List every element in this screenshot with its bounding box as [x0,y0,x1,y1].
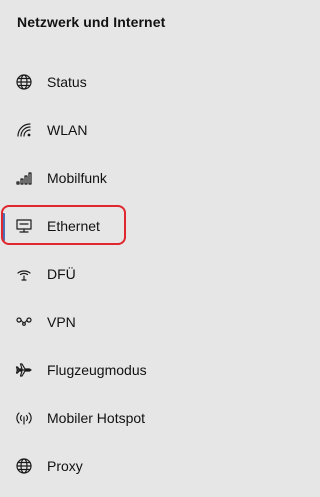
nav-item-label: Proxy [47,458,83,474]
nav-item-status[interactable]: Status [0,58,320,106]
nav-item-flugzeugmodus[interactable]: Flugzeugmodus [0,346,320,394]
ethernet-icon [15,217,33,235]
nav-item-label: Mobiler Hotspot [47,410,146,426]
nav-item-mobilfunk[interactable]: Mobilfunk [0,154,320,202]
nav-item-ethernet[interactable]: Ethernet [0,202,320,250]
nav-list: Status WLAN Mobilfunk Ethernet DFÜ VPN F… [0,58,320,490]
nav-item-vpn[interactable]: VPN [0,298,320,346]
nav-item-label: Ethernet [47,218,100,234]
selection-indicator [2,213,5,241]
nav-item-label: Status [47,74,87,90]
airplane-icon [15,361,33,379]
dial-up-icon [15,265,33,283]
section-title: Netzwerk und Internet [17,14,166,30]
nav-item-wlan[interactable]: WLAN [0,106,320,154]
nav-item-proxy[interactable]: Proxy [0,442,320,490]
nav-item-label: Mobilfunk [47,170,107,186]
nav-item-mobiler-hotspot[interactable]: Mobiler Hotspot [0,394,320,442]
nav-item-label: WLAN [47,122,88,138]
globe-icon [15,457,33,475]
hotspot-icon [15,409,33,427]
wifi-icon [15,121,33,139]
globe-icon [15,73,33,91]
vpn-icon [15,313,33,331]
nav-item-label: VPN [47,314,76,330]
cellular-signal-icon [15,169,33,187]
settings-sidebar: Netzwerk und Internet Status WLAN Mobilf… [0,0,320,497]
nav-item-dfu[interactable]: DFÜ [0,250,320,298]
nav-item-label: DFÜ [47,266,76,282]
nav-item-label: Flugzeugmodus [47,362,147,378]
